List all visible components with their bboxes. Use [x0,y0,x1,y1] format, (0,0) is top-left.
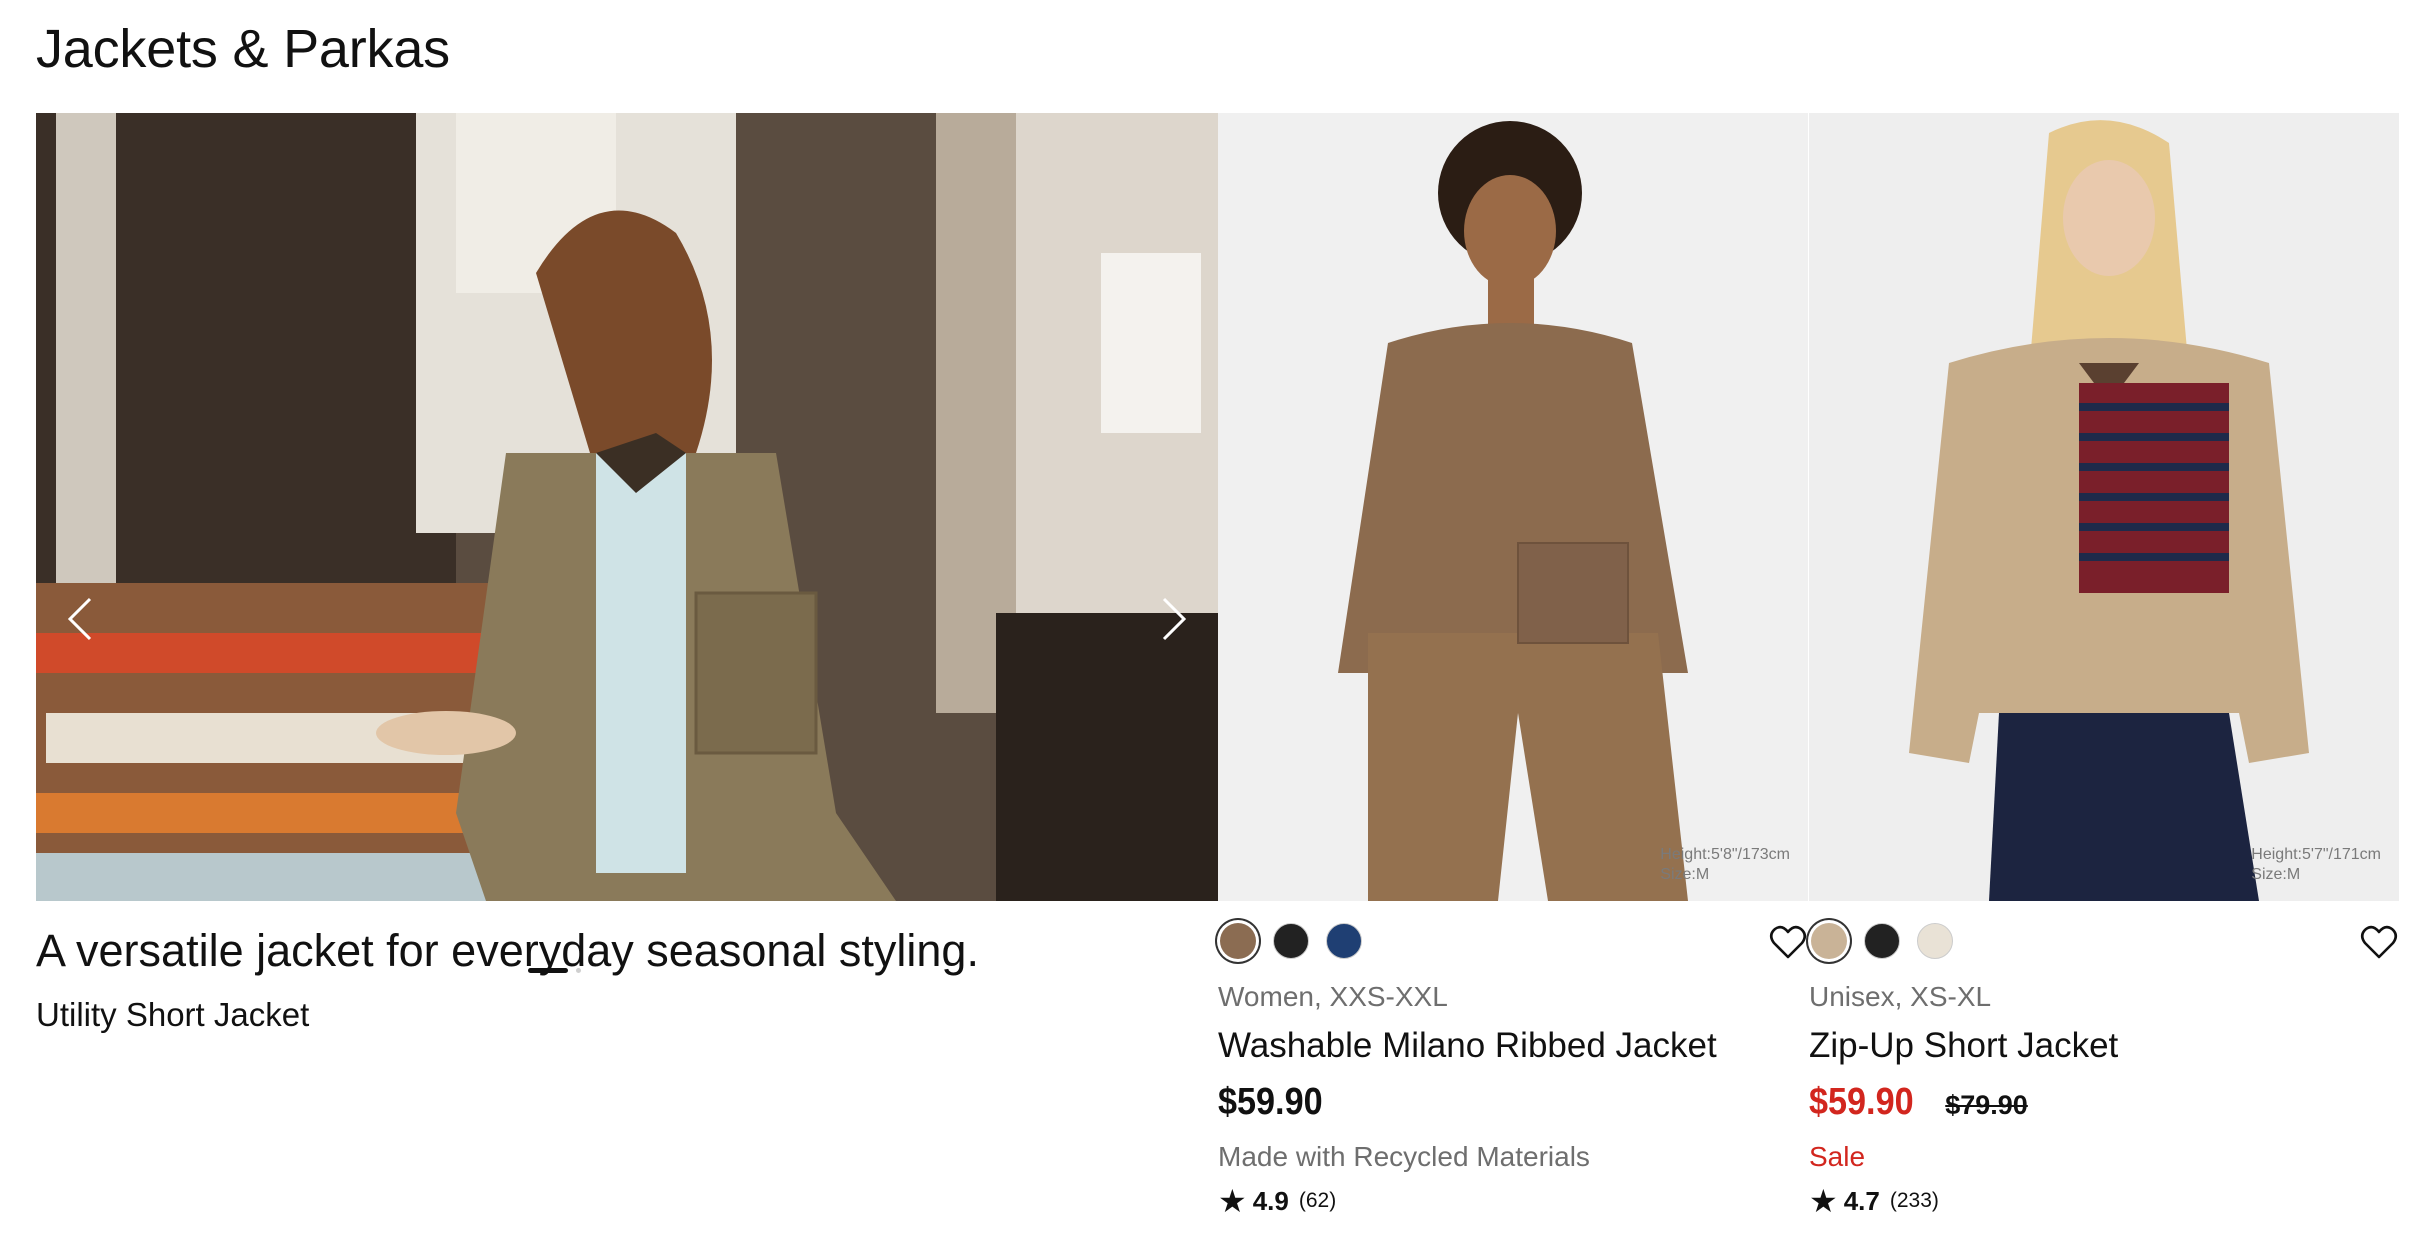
carousel-prev-button[interactable] [56,589,104,649]
featured-image[interactable] [36,113,1218,901]
star-icon: ★ [1809,1183,1838,1219]
chevron-left-icon [67,597,92,641]
model-info: Height:5'7"/171cm Size:M [2251,846,2381,883]
review-count: (233) [1889,1189,1939,1212]
model-photo [1218,113,1808,901]
product-name[interactable]: Washable Milano Ribbed Jacket [1218,1023,1808,1069]
review-count: (62) [1298,1189,1337,1212]
product-rating[interactable]: ★ 4.9 (62) [1218,1185,1808,1217]
section-title: Jackets & Parkas [36,19,450,79]
heart-icon[interactable] [1768,923,1808,963]
product-gender-sizes: Unisex, XS-XL [1809,981,1992,1012]
star-icon: ★ [1218,1183,1247,1219]
color-swatch-brown[interactable] [1220,923,1256,959]
color-swatch-black[interactable] [1864,923,1900,959]
product-image[interactable]: Height:5'8"/173cm Size:M [1218,113,1808,901]
product-rating[interactable]: ★ 4.7 (233) [1809,1185,2399,1217]
product-original-price: $79.90 [1945,1090,2028,1120]
store-scene-illustration [36,113,1218,901]
product-name[interactable]: Zip-Up Short Jacket [1809,1023,2399,1069]
chevron-right-icon [1162,597,1187,641]
carousel-dot[interactable] [576,968,581,973]
product-tagline: Made with Recycled Materials [1218,1141,1590,1172]
feature-product-name[interactable]: Utility Short Jacket [36,993,1218,1037]
product-card: Height:5'8"/173cm Size:M Women, XXS-XXL … [1218,113,1808,1217]
carousel-next-button[interactable] [1150,589,1198,649]
carousel-dot-active[interactable] [528,968,568,973]
product-sale-price: $59.90 [1809,1081,1914,1123]
carousel-pagination [528,968,581,973]
rating-value: 4.9 [1252,1185,1289,1216]
color-swatches [1809,913,2399,969]
product-image[interactable]: Height:5'7"/171cm Size:M [1809,113,2399,901]
featured-carousel: A versatile jacket for everyday seasonal… [36,113,1218,1037]
color-swatch-cream[interactable] [1917,923,1953,959]
product-price: $59.90 [1218,1081,1323,1123]
model-info: Height:5'8"/173cm Size:M [1660,846,1790,883]
product-gender-sizes: Women, XXS-XXL [1218,981,1448,1012]
heart-icon[interactable] [2359,923,2399,963]
product-card: Height:5'7"/171cm Size:M Unisex, XS-XL Z… [1809,113,2399,1217]
price-row: $59.90 [1218,1081,1808,1133]
rating-value: 4.7 [1843,1185,1880,1216]
feature-headline[interactable]: A versatile jacket for everyday seasonal… [36,921,1218,981]
color-swatches [1218,913,1808,969]
sale-label: Sale [1809,1141,1866,1172]
color-swatch-beige[interactable] [1811,923,1847,959]
color-swatch-navy[interactable] [1326,923,1362,959]
model-photo [1809,113,2399,901]
price-row: $59.90 $79.90 [1809,1081,2399,1133]
color-swatch-black[interactable] [1273,923,1309,959]
